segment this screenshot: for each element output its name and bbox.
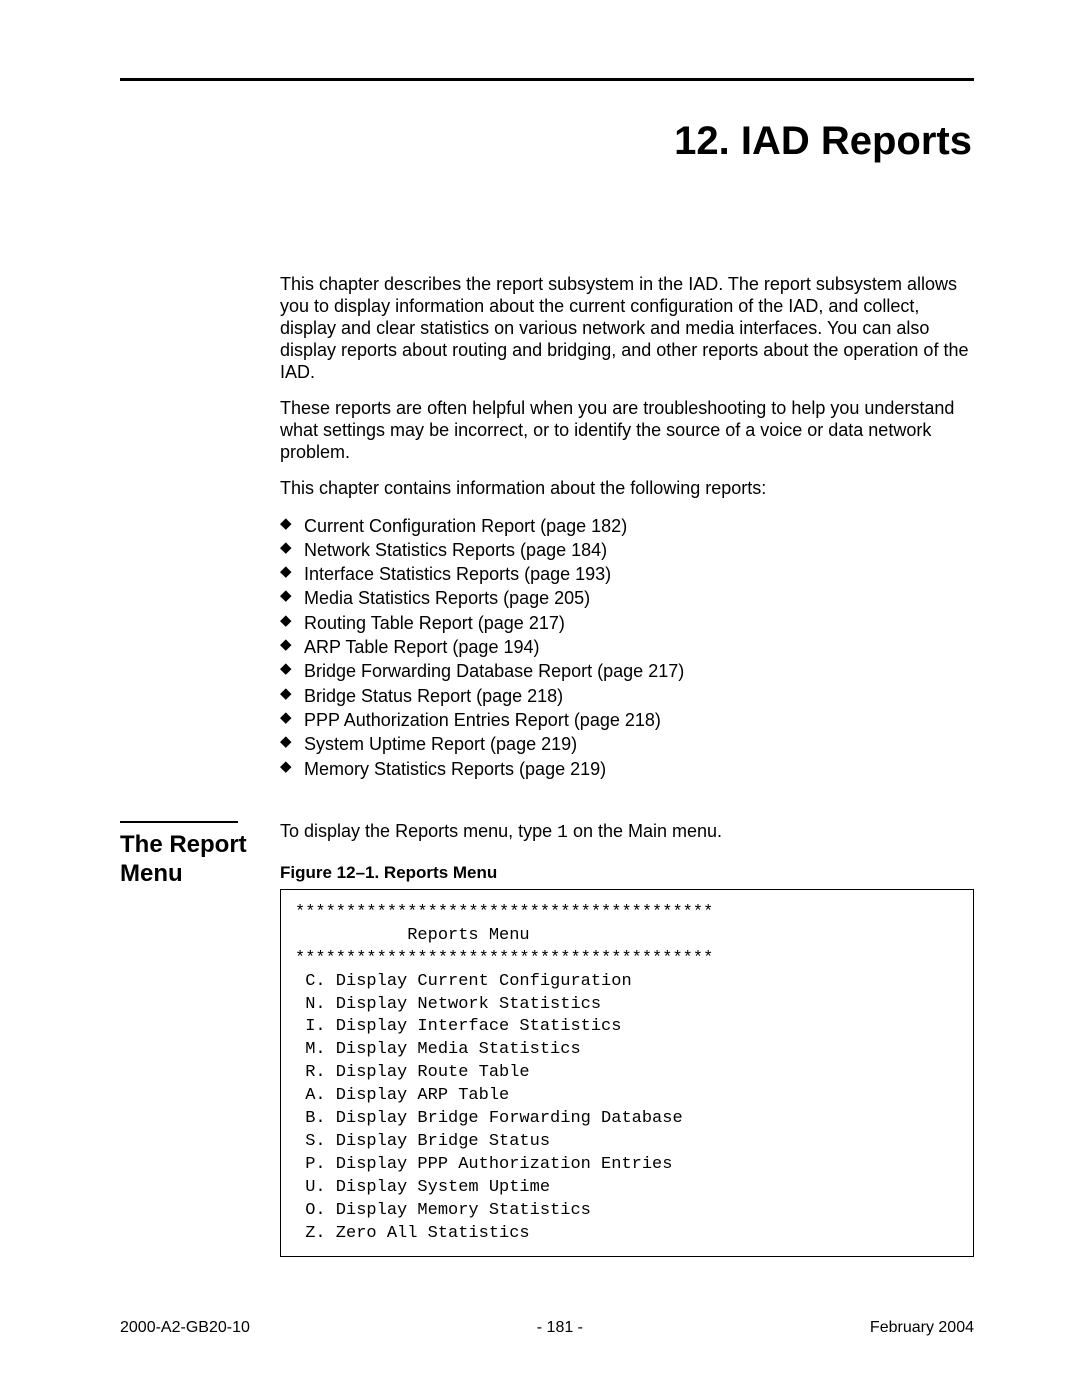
lead-text-before: To display the Reports menu, type (280, 821, 557, 841)
list-item: Media Statistics Reports (page 205) (280, 586, 974, 610)
list-item: Memory Statistics Reports (page 219) (280, 757, 974, 781)
footer-doc-id: 2000-A2-GB20-10 (120, 1319, 250, 1337)
intro-paragraph-2: These reports are often helpful when you… (280, 398, 974, 464)
list-item: ARP Table Report (page 194) (280, 635, 974, 659)
footer-page-number: - 181 - (537, 1319, 583, 1337)
list-item: System Uptime Report (page 219) (280, 732, 974, 756)
intro-block: This chapter describes the report subsys… (120, 274, 974, 821)
figure-caption: Figure 12–1. Reports Menu (280, 863, 974, 883)
list-item: Network Statistics Reports (page 184) (280, 538, 974, 562)
report-list: Current Configuration Report (page 182) … (280, 514, 974, 781)
chapter-title: 12. IAD Reports (120, 119, 974, 164)
document-page: 12. IAD Reports This chapter describes t… (0, 0, 1080, 1397)
intro-paragraph-3: This chapter contains information about … (280, 478, 974, 500)
list-item: Routing Table Report (page 217) (280, 611, 974, 635)
lead-text-after: on the Main menu. (568, 821, 722, 841)
report-menu-section: The Report Menu To display the Reports m… (120, 821, 974, 1257)
side-heading: The Report Menu (120, 831, 280, 889)
section-lead: To display the Reports menu, type 1 on t… (280, 821, 974, 845)
lead-code: 1 (557, 823, 568, 843)
list-item: Bridge Forwarding Database Report (page … (280, 659, 974, 683)
list-item: Current Configuration Report (page 182) (280, 514, 974, 538)
list-item: Bridge Status Report (page 218) (280, 684, 974, 708)
list-item: PPP Authorization Entries Report (page 2… (280, 708, 974, 732)
intro-main: This chapter describes the report subsys… (280, 274, 974, 821)
list-item: Interface Statistics Reports (page 193) (280, 562, 974, 586)
reports-menu-box: ****************************************… (280, 889, 974, 1257)
top-rule (120, 78, 974, 81)
intro-paragraph-1: This chapter describes the report subsys… (280, 274, 974, 384)
side-column: The Report Menu (120, 821, 280, 889)
side-heading-rule (120, 821, 238, 823)
section-main: To display the Reports menu, type 1 on t… (280, 821, 974, 1257)
page-footer: 2000-A2-GB20-10 - 181 - February 2004 (120, 1319, 974, 1337)
footer-date: February 2004 (870, 1319, 974, 1337)
